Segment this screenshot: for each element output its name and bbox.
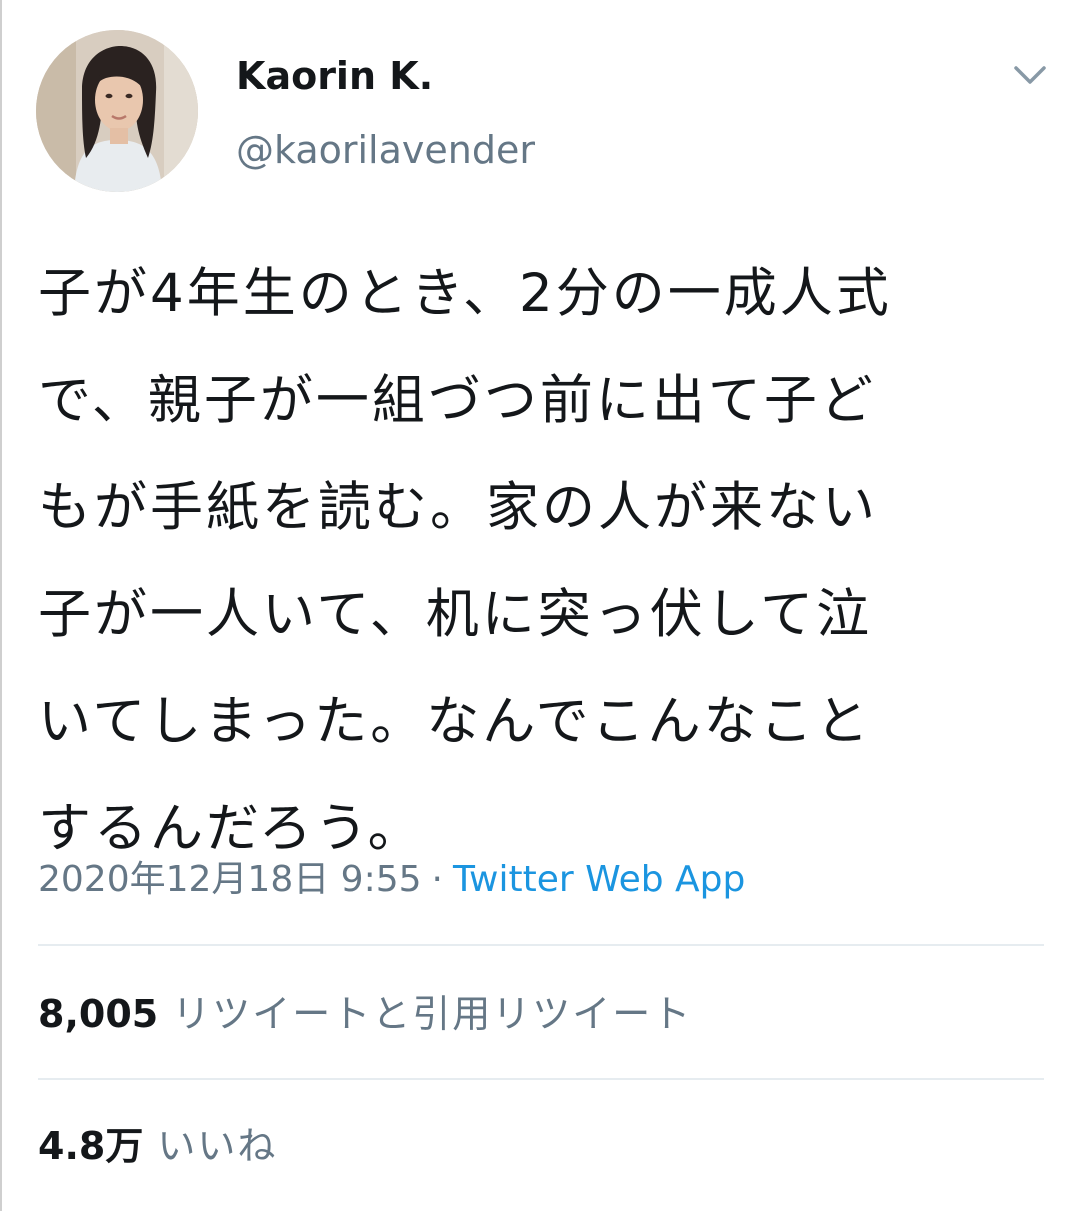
likes-stat[interactable]: 4.8万 いいね	[38, 1122, 277, 1170]
like-label: いいね	[157, 1124, 278, 1168]
tweet-source-link[interactable]: Twitter Web App	[453, 859, 745, 900]
like-count: 4.8万	[38, 1124, 144, 1168]
tweet-timestamp[interactable]: 2020年12月18日 9:55	[38, 859, 422, 900]
retweet-count: 8,005	[38, 992, 159, 1036]
tweet-detail: Kaorin K. @kaorilavender 子が4年生のとき、2分の一成人…	[0, 0, 1080, 1211]
retweets-stat[interactable]: 8,005 リツイートと引用リツイート	[38, 990, 692, 1038]
tweet-text-line: 子が一人いて、机に突っ伏して泣	[38, 584, 873, 645]
user-handle[interactable]: @kaorilavender	[236, 126, 535, 174]
tweet-text-line: 子が4年生のとき、2分の一成人式	[38, 263, 892, 324]
divider	[38, 944, 1044, 946]
tweet-text-line: いてしまった。なんでこんなこと	[38, 691, 872, 752]
tweet-text-line: もが手紙を読む。家の人が来ない	[38, 477, 878, 538]
tweet-text-line: で、親子が一組づつ前に出て子ど	[38, 370, 876, 431]
meta-separator: ·	[431, 859, 443, 900]
display-name[interactable]: Kaorin K.	[236, 52, 433, 100]
avatar[interactable]	[36, 30, 198, 192]
tweet-text: 子が4年生のとき、2分の一成人式 で、親子が一組づつ前に出て子ど もが手紙を読む…	[38, 240, 1048, 882]
divider	[38, 1078, 1044, 1080]
retweet-label: リツイートと引用リツイート	[172, 992, 693, 1036]
avatar-image	[36, 30, 198, 192]
chevron-down-icon[interactable]	[1004, 56, 1056, 96]
tweet-metadata: 2020年12月18日 9:55 · Twitter Web App	[38, 856, 745, 904]
